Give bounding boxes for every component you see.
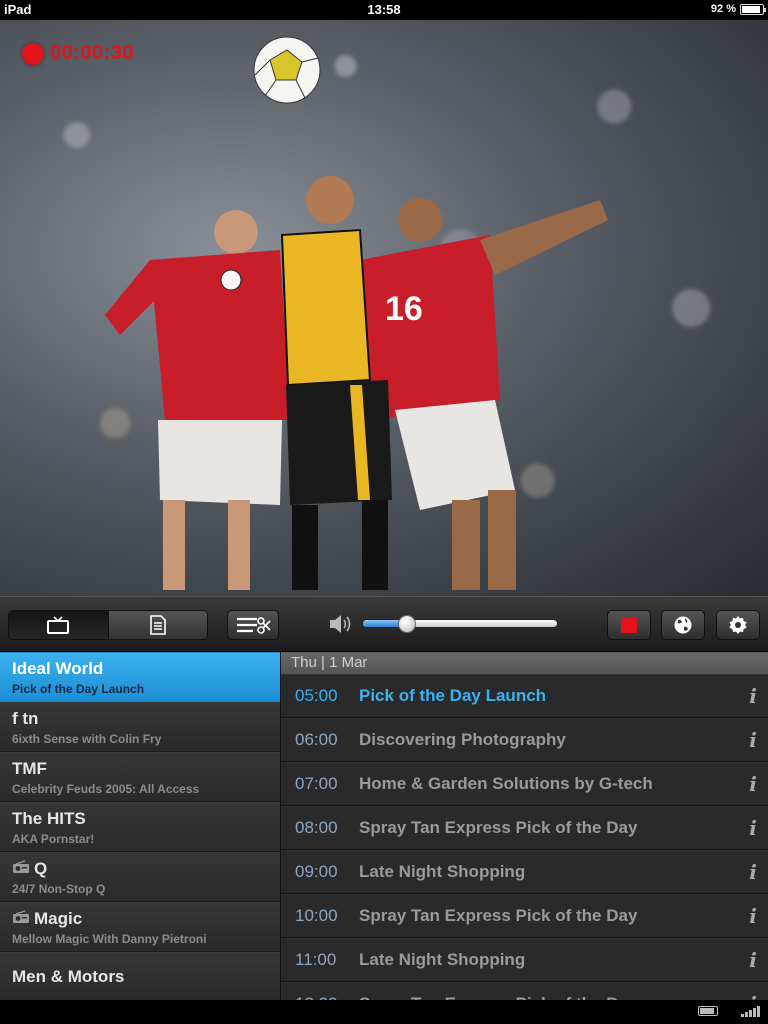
channel-current-program: 6ixth Sense with Colin Fry [12, 732, 162, 746]
cut-list-icon [237, 617, 271, 634]
video-image: 16 [105, 36, 608, 590]
control-bar [0, 596, 768, 652]
schedule-row[interactable]: 08:00 Spray Tan Express Pick of the Day i [281, 806, 768, 850]
recording-indicator: 00:00:30 [22, 42, 134, 65]
schedule-row[interactable]: 09:00 Late Night Shopping i [281, 850, 768, 894]
channel-item[interactable]: Men & Motors [0, 952, 280, 1000]
guide-view-button[interactable] [107, 611, 207, 639]
stop-record-button[interactable] [607, 610, 651, 640]
globe-icon [674, 616, 692, 634]
programme-title: Pick of the Day Launch [359, 686, 547, 705]
radio-icon [12, 859, 30, 879]
channel-list[interactable]: Ideal World Pick of the Day Launch f tn 6ix… [0, 652, 280, 1000]
programme-title: Discovering Photography [359, 730, 566, 749]
battery-icon [740, 3, 766, 15]
info-icon[interactable]: i [738, 772, 768, 796]
channel-name: TMF [12, 758, 268, 780]
player-left [105, 210, 290, 590]
signal-strength-icon [741, 1005, 760, 1017]
info-icon[interactable]: i [738, 948, 768, 972]
info-icon[interactable]: i [738, 728, 768, 752]
volume-slider[interactable] [362, 619, 558, 628]
channel-current-program: AKA Pornstar! [12, 832, 95, 846]
programme-time: 08:00 [295, 818, 338, 837]
channel-item[interactable]: Magic Mellow Magic With Danny Pietroni [0, 902, 280, 952]
channel-item[interactable]: Q 24/7 Non-Stop Q [0, 852, 280, 902]
status-bar: iPad 13:58 92 % [0, 0, 768, 20]
channel-item[interactable]: f tn 6ixth Sense with Colin Fry [0, 702, 280, 752]
volume-slider-knob[interactable] [398, 615, 417, 633]
battery-percent: 92 % [710, 3, 736, 15]
channel-item[interactable]: TMF Celebrity Feuds 2005: All Access [0, 752, 280, 802]
status-clock: 13:58 [367, 2, 401, 17]
info-icon[interactable]: i [738, 992, 768, 1000]
channel-name-text: Men & Motors [12, 967, 125, 986]
schedule-row[interactable]: 07:00 Home & Garden Solutions by G-tech i [281, 762, 768, 806]
programme-title: Spray Tan Express Pick of the Day [359, 818, 638, 837]
football-icon [253, 36, 321, 104]
channel-item[interactable]: The HITS AKA Pornstar! [0, 802, 280, 852]
info-icon[interactable]: i [738, 904, 768, 928]
programme-time: 09:00 [295, 862, 338, 881]
schedule-date: Thu | 1 Mar [281, 652, 768, 674]
programme-time: 11:00 [295, 950, 337, 969]
programme-title: Late Night Shopping [359, 862, 526, 881]
edit-clip-button[interactable] [227, 610, 279, 640]
channel-current-program: Pick of the Day Launch [12, 682, 145, 696]
web-button[interactable] [661, 610, 705, 640]
schedule-row[interactable]: 12:00Spray Tan Express Pick of the Dayi [281, 982, 768, 1000]
record-dot-icon [22, 42, 44, 65]
player-center [280, 176, 392, 590]
tv-view-button[interactable] [9, 611, 108, 639]
channel-name-text: Magic [34, 909, 83, 928]
programme-schedule[interactable]: Thu | 1 Mar 05:00 Pick of the Day Launch i… [280, 652, 768, 1000]
recording-time: 00:00:30 [50, 42, 135, 64]
battery-indicator: 92 % [710, 3, 766, 15]
channel-current-program: Mellow Magic With Danny Pietroni [12, 932, 207, 946]
channel-name-text: TMF [12, 759, 47, 778]
channel-name: Q [12, 858, 268, 880]
schedule-row[interactable]: 06:00 Discovering Photography i [281, 718, 768, 762]
schedule-row[interactable]: 05:00 Pick of the Day Launch i [281, 674, 768, 718]
bottom-status-bar [0, 1000, 768, 1024]
radio-icon [12, 909, 30, 929]
document-icon [149, 615, 166, 635]
channel-name: The HITS [12, 808, 268, 830]
channel-name: Men & Motors [12, 966, 268, 988]
info-icon[interactable]: i [738, 684, 768, 708]
channel-name-text: f tn [12, 709, 39, 728]
info-icon[interactable]: i [738, 860, 768, 884]
programme-time: 10:00 [295, 906, 338, 925]
programme-title: Spray Tan Express Pick of the Day [359, 906, 638, 925]
channel-current-program: Celebrity Feuds 2005: All Access [12, 782, 200, 796]
schedule-row[interactable]: 11:00 Late Night Shopping i [281, 938, 768, 982]
settings-button[interactable] [716, 610, 760, 640]
channel-name-text: Ideal World [12, 659, 104, 678]
schedule-row[interactable]: 10:00 Spray Tan Express Pick of the Day i [281, 894, 768, 938]
gear-icon [729, 616, 747, 634]
programme-time: 05:00 [295, 686, 338, 705]
channel-item[interactable]: Ideal World Pick of the Day Launch [0, 652, 280, 702]
channel-name-text: The HITS [12, 809, 86, 828]
programme-time: 07:00 [295, 774, 338, 793]
view-segmented-control[interactable] [8, 610, 208, 640]
svg-text:16: 16 [385, 290, 423, 328]
programme-title: Home & Garden Solutions by G-tech [359, 774, 653, 793]
info-icon[interactable]: i [738, 816, 768, 840]
tv-icon [47, 616, 70, 634]
channel-name: f tn [12, 708, 268, 730]
stop-icon [621, 617, 637, 633]
battery-icon [698, 1006, 718, 1016]
speaker-icon[interactable] [328, 613, 354, 635]
programme-title: Late Night Shopping [359, 950, 526, 969]
channel-name: Ideal World [12, 658, 268, 680]
programme-time: 06:00 [295, 730, 338, 749]
channel-current-program: 24/7 Non-Stop Q [12, 882, 106, 896]
channel-name-text: Q [34, 859, 48, 878]
video-player[interactable]: 16 00:00:30 [0, 20, 768, 596]
player-right: 16 [360, 198, 608, 590]
channel-name: Magic [12, 908, 268, 930]
